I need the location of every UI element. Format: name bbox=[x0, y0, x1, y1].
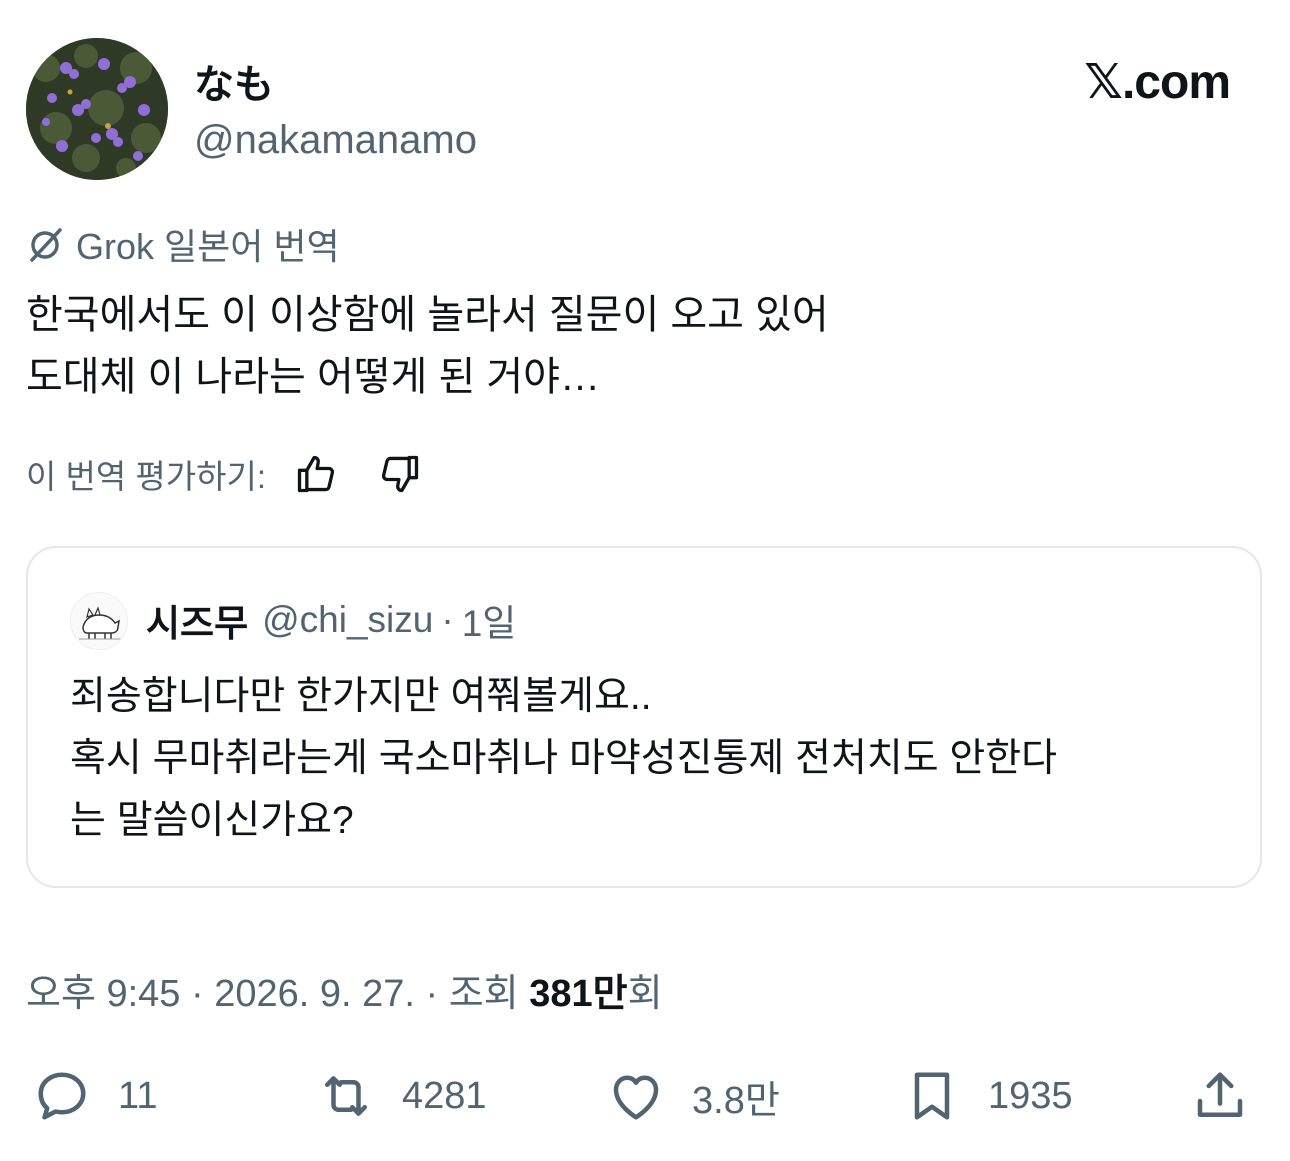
share-icon bbox=[1197, 1072, 1243, 1117]
tweet-text: 한국에서도 이 이상함에 놀라서 질문이 오고 있어 도대체 이 나라는 어떻게… bbox=[26, 284, 1266, 408]
quote-header: 시즈무 @chi_sizu · 1일 bbox=[146, 594, 516, 646]
bookmark-count: 1935 bbox=[988, 1074, 1073, 1117]
heart-icon bbox=[613, 1075, 659, 1120]
like-button[interactable]: 3.8만 bbox=[606, 1064, 780, 1128]
author-avatar[interactable] bbox=[26, 38, 168, 180]
tweet-metadata: 오후 9:45 · 2026. 9. 27. · 조회 381만회 bbox=[26, 962, 663, 1017]
cat-avatar-icon bbox=[71, 593, 127, 649]
quote-line: 혹시 무마취라는게 국소마취나 마약성진통제 전처치도 안한다 bbox=[70, 737, 1058, 780]
quote-line: 죄송합니다만 한가지만 여쭤볼게요.. bbox=[70, 675, 652, 718]
quote-separator: · bbox=[441, 599, 454, 640]
author-display-name[interactable]: なも bbox=[194, 52, 274, 110]
timestamp-text[interactable]: 오후 9:45 · 2026. 9. 27. · 조회 bbox=[26, 973, 529, 1015]
action-bar: 11 4281 3.8만 1935 bbox=[26, 1064, 1266, 1128]
thumbs-up-button[interactable] bbox=[292, 450, 340, 498]
reply-icon bbox=[38, 1072, 86, 1120]
quote-text: 죄송합니다만 한가지만 여쭤볼게요.. 혹시 무마취라는게 국소마취나 마약성진… bbox=[70, 666, 1057, 852]
tweet-line: 한국에서도 이 이상함에 놀라서 질문이 오고 있어 bbox=[26, 293, 829, 337]
view-suffix: 회 bbox=[627, 973, 663, 1015]
quote-line: 는 말씀이신가요? bbox=[70, 799, 354, 842]
bookmark-icon bbox=[914, 1072, 950, 1120]
view-count[interactable]: 381만 bbox=[529, 973, 627, 1015]
grok-translation-label: Grok 일본어 번역 bbox=[26, 222, 340, 267]
retweet-count: 4281 bbox=[402, 1074, 487, 1117]
reply-count: 11 bbox=[118, 1074, 158, 1117]
quote-author-avatar[interactable] bbox=[70, 592, 128, 650]
quote-timestamp[interactable]: 1일 bbox=[462, 593, 517, 647]
like-count: 3.8만 bbox=[692, 1079, 780, 1122]
x-logo-icon: 𝕏 bbox=[1084, 54, 1123, 110]
grok-icon bbox=[30, 228, 62, 262]
thumbs-down-icon bbox=[381, 455, 419, 493]
quote-handle[interactable]: @chi_sizu bbox=[262, 599, 433, 641]
reply-button[interactable]: 11 bbox=[32, 1064, 157, 1128]
tweet-line: 도대체 이 나라는 어떻게 된 거야… bbox=[26, 355, 600, 399]
quoted-tweet[interactable]: 시즈무 @chi_sizu · 1일 죄송합니다만 한가지만 여쭤볼게요.. 혹… bbox=[26, 546, 1262, 888]
retweet-button[interactable]: 4281 bbox=[316, 1064, 487, 1128]
bookmark-button[interactable]: 1935 bbox=[902, 1064, 1073, 1128]
quote-display-name[interactable]: 시즈무 bbox=[146, 593, 248, 647]
translation-rating: 이 번역 평가하기: bbox=[26, 448, 424, 500]
retweet-icon bbox=[325, 1076, 367, 1116]
flower-avatar-icon bbox=[26, 38, 168, 180]
thumbs-up-icon bbox=[297, 455, 335, 493]
tweet-header: なも @nakamanamo 𝕏.com bbox=[26, 38, 1266, 180]
share-button[interactable] bbox=[1190, 1064, 1250, 1128]
brand-suffix: .com bbox=[1121, 56, 1231, 109]
rating-label: 이 번역 평가하기: bbox=[26, 458, 267, 495]
x-com-logo: 𝕏.com bbox=[1084, 54, 1231, 110]
translation-label: Grok 일본어 번역 bbox=[76, 226, 340, 267]
thumbs-down-button[interactable] bbox=[376, 450, 424, 498]
author-handle[interactable]: @nakamanamo bbox=[194, 118, 477, 163]
